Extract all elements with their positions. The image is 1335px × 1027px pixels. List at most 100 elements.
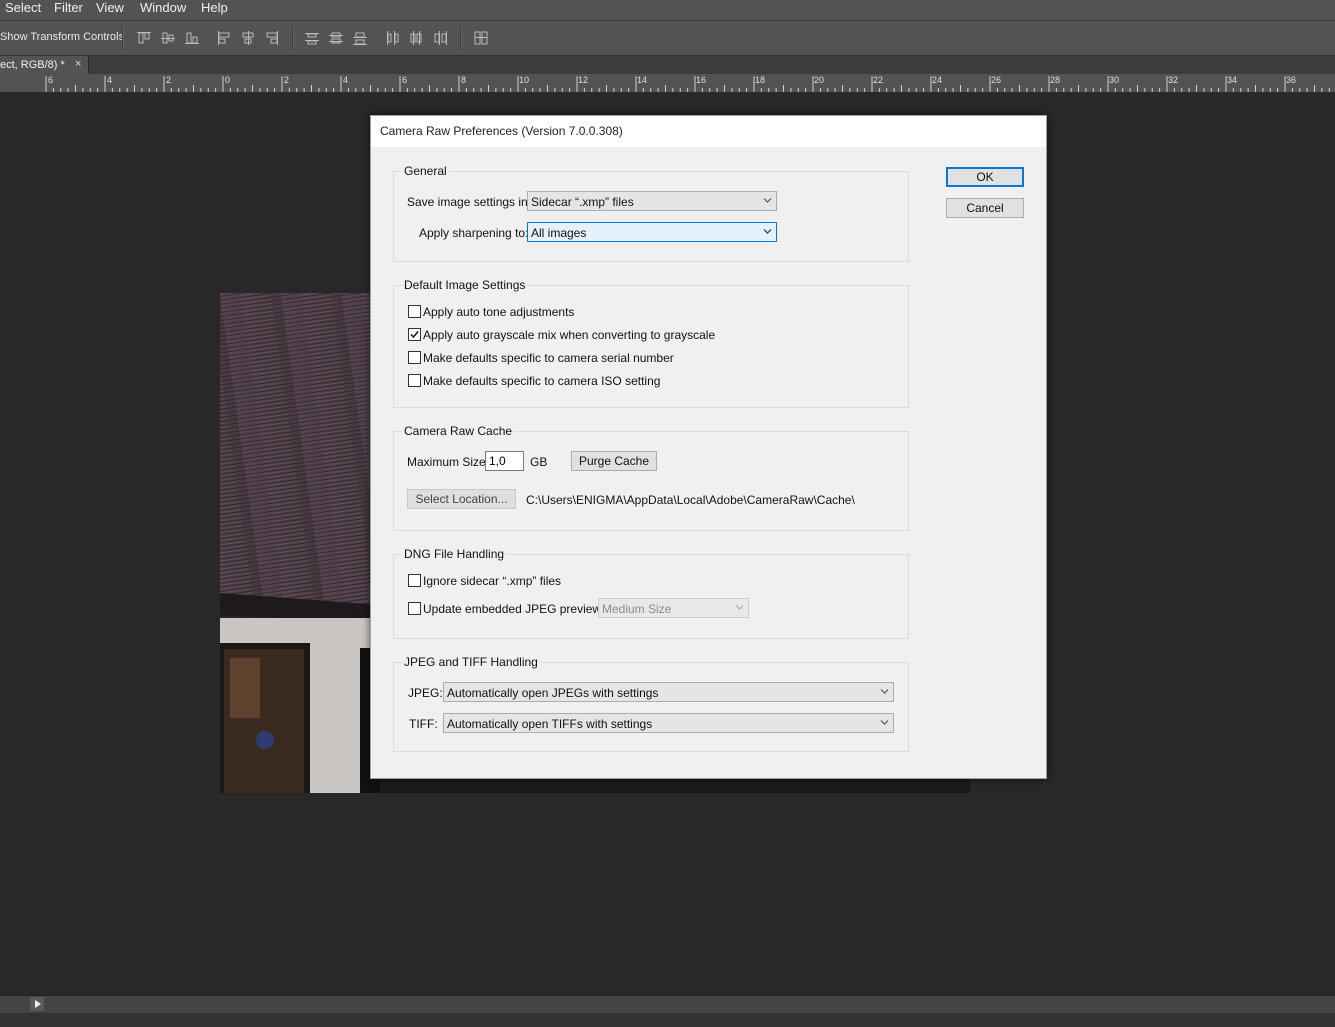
ruler-label: 22	[873, 75, 884, 85]
align-vertical-centers-icon[interactable]	[160, 30, 176, 46]
options-bar: Show Transform Controls	[0, 21, 1335, 56]
bottom-panel	[0, 1013, 1335, 1027]
align-horizontal-centers-icon[interactable]	[240, 30, 256, 46]
auto-tone-label[interactable]: Apply auto tone adjustments	[423, 305, 574, 319]
document-tab-bar: ect, RGB/8) * ×	[0, 56, 1335, 74]
align-right-edges-icon[interactable]	[264, 30, 280, 46]
chevron-down-icon	[735, 605, 744, 610]
menu-view[interactable]: View	[96, 0, 124, 15]
ruler-label: 4	[343, 75, 349, 85]
save-settings-value: Sidecar “.xmp” files	[531, 195, 634, 209]
distribute-right-edges-icon[interactable]	[432, 30, 448, 46]
camera-raw-preferences-dialog: Camera Raw Preferences (Version 7.0.0.30…	[370, 115, 1047, 779]
ruler-label: 6	[48, 75, 54, 85]
options-separator	[460, 27, 462, 49]
dng-file-handling-group: DNG File Handling Ignore sidecar “.xmp” …	[393, 547, 909, 639]
menu-bar: Select Filter View Window Help	[0, 0, 1335, 21]
sharpening-value: All images	[531, 226, 587, 240]
serial-number-checkbox[interactable]	[408, 351, 421, 364]
jpeg-handling-value: Automatically open JPEGs with settings	[447, 686, 659, 700]
distribute-vertical-centers-icon[interactable]	[328, 30, 344, 46]
maximum-size-label: Maximum Size:	[407, 455, 490, 469]
general-group: General Save image settings in: Sidecar …	[393, 164, 909, 262]
save-settings-select[interactable]: Sidecar “.xmp” files	[527, 191, 777, 211]
sharpening-label: Apply sharpening to:	[419, 226, 529, 240]
camera-raw-cache-legend: Camera Raw Cache	[402, 424, 515, 438]
chevron-down-icon	[880, 689, 889, 694]
preview-size-select: Medium Size	[598, 598, 749, 618]
camera-raw-cache-group: Camera Raw Cache Maximum Size: 1,0 GB Pu…	[393, 424, 909, 531]
align-bottom-edges-icon[interactable]	[184, 30, 200, 46]
ruler-label: 26	[991, 75, 1002, 85]
auto-align-layers-icon[interactable]	[473, 30, 489, 46]
auto-tone-checkbox[interactable]	[408, 305, 421, 318]
dialog-titlebar[interactable]: Camera Raw Preferences (Version 7.0.0.30…	[371, 116, 1046, 147]
play-icon[interactable]	[30, 997, 44, 1011]
options-separator	[122, 27, 124, 49]
align-left-edges-icon[interactable]	[216, 30, 232, 46]
chevron-down-icon	[763, 229, 772, 234]
general-legend: General	[402, 164, 449, 178]
distribute-top-edges-icon[interactable]	[304, 30, 320, 46]
ignore-sidecar-label[interactable]: Ignore sidecar “.xmp” files	[423, 574, 561, 588]
document-tab[interactable]: ect, RGB/8) * ×	[0, 56, 89, 74]
default-image-settings-group: Default Image Settings Apply auto tone a…	[393, 278, 909, 408]
select-location-button[interactable]: Select Location...	[407, 489, 516, 509]
iso-setting-checkbox[interactable]	[408, 374, 421, 387]
distribute-bottom-edges-icon[interactable]	[352, 30, 368, 46]
close-icon[interactable]: ×	[75, 58, 81, 70]
purge-cache-button[interactable]: Purge Cache	[571, 451, 657, 471]
ruler-label: 20	[814, 75, 825, 85]
ruler-label: 18	[755, 75, 766, 85]
ruler-label: 12	[578, 75, 589, 85]
jpeg-label: JPEG:	[408, 686, 443, 700]
ruler-ticks	[45, 76, 1330, 92]
ruler-label: 8	[461, 75, 467, 85]
auto-grayscale-label[interactable]: Apply auto grayscale mix when converting…	[423, 328, 715, 342]
sharpening-select[interactable]: All images	[527, 222, 777, 242]
ruler-label: 10	[519, 75, 530, 85]
update-previews-label[interactable]: Update embedded JPEG previews:	[423, 602, 610, 616]
ruler-label: 16	[696, 75, 707, 85]
iso-setting-label[interactable]: Make defaults specific to camera ISO set…	[423, 374, 660, 388]
distribute-left-edges-icon[interactable]	[384, 30, 400, 46]
jpeg-handling-select[interactable]: Automatically open JPEGs with settings	[443, 682, 894, 702]
horizontal-ruler: 6 4 2 0 2 4 6 8 10 12 14 16 18 20 22 24 …	[0, 74, 1335, 93]
ruler-label: 2	[284, 75, 290, 85]
ruler-label: 34	[1227, 75, 1238, 85]
ruler-label: 36	[1286, 75, 1297, 85]
auto-grayscale-checkbox[interactable]	[408, 328, 421, 341]
status-bar	[0, 995, 1335, 1013]
jpeg-tiff-handling-group: JPEG and TIFF Handling JPEG: Automatical…	[393, 655, 909, 752]
ruler-label: 6	[402, 75, 408, 85]
jpeg-tiff-handling-legend: JPEG and TIFF Handling	[402, 655, 540, 669]
update-previews-checkbox[interactable]	[408, 602, 421, 615]
ruler-label: 4	[107, 75, 113, 85]
menu-window[interactable]: Window	[140, 0, 186, 15]
dialog-title: Camera Raw Preferences (Version 7.0.0.30…	[380, 124, 623, 138]
cancel-button[interactable]: Cancel	[946, 198, 1024, 218]
options-separator	[292, 27, 294, 49]
ruler-label: 30	[1109, 75, 1120, 85]
tiff-handling-value: Automatically open TIFFs with settings	[447, 717, 653, 731]
document-tab-title: ect, RGB/8) *	[0, 59, 65, 71]
maximum-size-input[interactable]: 1,0	[485, 451, 524, 471]
chevron-down-icon	[763, 198, 772, 203]
save-settings-label: Save image settings in:	[407, 195, 532, 209]
ruler-label: 0	[225, 75, 231, 85]
serial-number-label[interactable]: Make defaults specific to camera serial …	[423, 351, 674, 365]
ignore-sidecar-checkbox[interactable]	[408, 574, 421, 587]
menu-filter[interactable]: Filter	[54, 0, 83, 15]
tiff-handling-select[interactable]: Automatically open TIFFs with settings	[443, 713, 894, 733]
size-unit-label: GB	[530, 455, 548, 469]
menu-select[interactable]: Select	[5, 0, 41, 15]
align-top-edges-icon[interactable]	[136, 30, 152, 46]
ruler-label: 32	[1168, 75, 1179, 85]
menu-help[interactable]: Help	[201, 0, 228, 15]
distribute-horizontal-centers-icon[interactable]	[408, 30, 424, 46]
checkmark-icon	[410, 331, 419, 339]
default-image-settings-legend: Default Image Settings	[402, 278, 528, 292]
ruler-label: 28	[1050, 75, 1061, 85]
show-transform-controls-label[interactable]: Show Transform Controls	[0, 31, 124, 43]
ok-button[interactable]: OK	[946, 167, 1024, 187]
